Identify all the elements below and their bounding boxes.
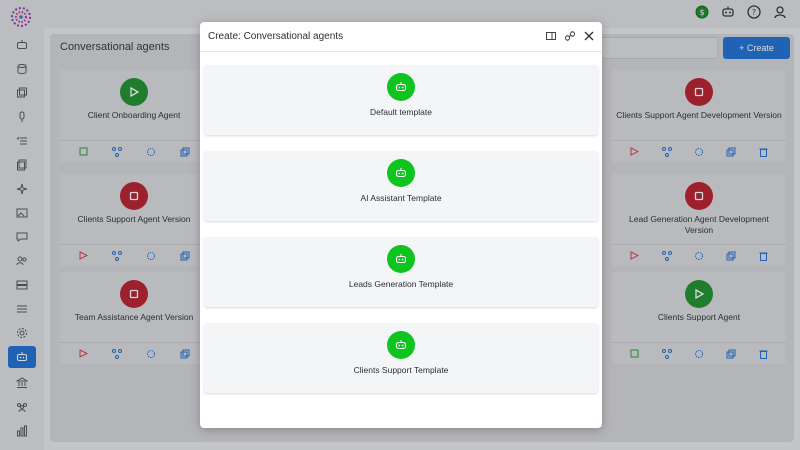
robot-icon <box>387 159 415 187</box>
template-label: Clients Support Template <box>353 365 449 375</box>
close-icon[interactable] <box>583 30 594 41</box>
template-label: AI Assistant Template <box>360 193 442 203</box>
template-option-ai-assistant[interactable]: AI Assistant Template <box>204 151 598 221</box>
template-label: Leads Generation Template <box>348 279 454 289</box>
modal-title: Create: Conversational agents <box>208 31 344 42</box>
modal-header: Create: Conversational agents <box>200 22 602 52</box>
template-option-clients-support[interactable]: Clients Support Template <box>204 323 598 393</box>
robot-icon <box>387 73 415 101</box>
template-label: Default template <box>370 107 432 117</box>
link-icon[interactable] <box>564 30 575 41</box>
robot-icon <box>387 331 415 359</box>
template-option-default[interactable]: Default template <box>204 65 598 135</box>
panel-icon[interactable] <box>545 30 556 41</box>
robot-icon <box>387 245 415 273</box>
template-option-leads-generation[interactable]: Leads Generation Template <box>204 237 598 307</box>
create-modal: Create: Conversational agents Default te… <box>200 22 602 428</box>
